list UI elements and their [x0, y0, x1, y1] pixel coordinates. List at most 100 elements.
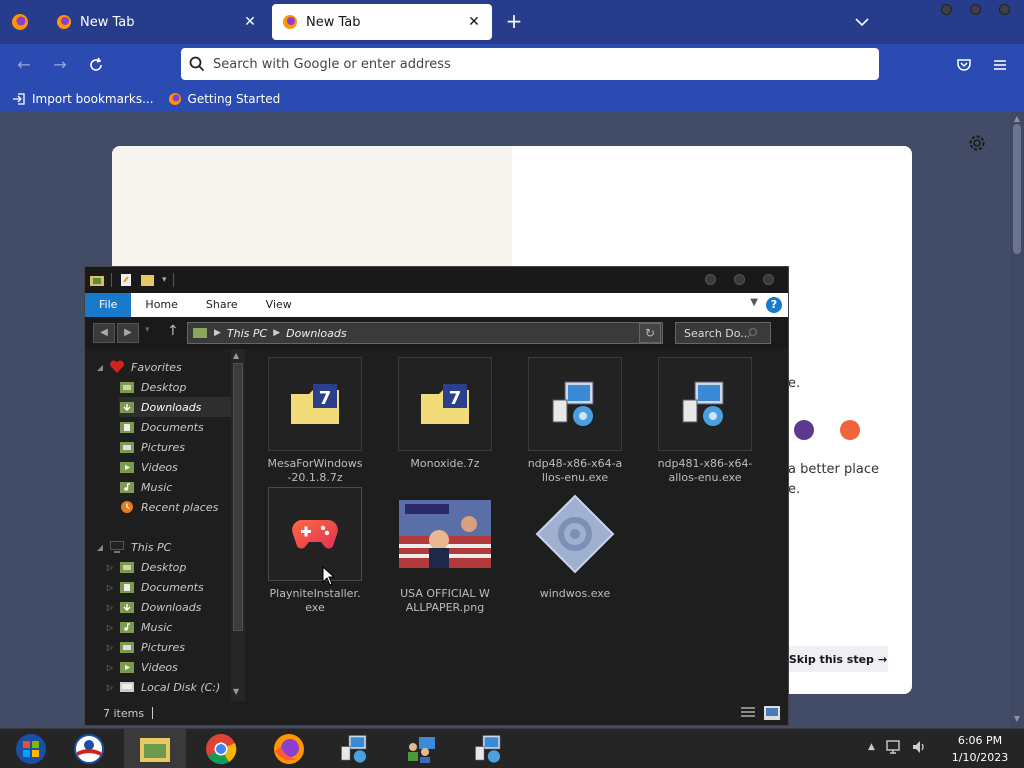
back-arrow-icon[interactable]: ◀: [93, 323, 115, 343]
expand-chevron-icon[interactable]: ▷: [105, 583, 115, 592]
expand-chevron-icon[interactable]: ▷: [105, 623, 115, 632]
nav-favorite-videos[interactable]: Videos: [119, 457, 178, 477]
scroll-down-icon[interactable]: ▼: [1012, 714, 1022, 724]
pocket-icon[interactable]: [952, 53, 976, 77]
bookmark-getting-started[interactable]: Getting Started: [168, 92, 280, 106]
file-item[interactable]: PlayniteInstaller.exe: [267, 487, 363, 615]
file-item[interactable]: 7 MesaForWindows-20.1.8.7z: [267, 357, 363, 485]
recent-locations-chevron-icon[interactable]: ▾: [145, 325, 150, 335]
details-view-icon[interactable]: [739, 705, 757, 721]
menu-hamburger-icon[interactable]: [988, 53, 1012, 77]
nav-favorites[interactable]: ◢ Favorites: [95, 357, 182, 377]
taskbar-app-network-users[interactable]: [390, 729, 452, 768]
taskbar-app-installer-2[interactable]: [458, 729, 520, 768]
nav-favorite-downloads[interactable]: Downloads: [119, 397, 231, 417]
scroll-down-icon[interactable]: ▼: [233, 687, 239, 696]
tab-new-tab-1[interactable]: New Tab ✕: [46, 4, 268, 40]
expand-chevron-icon[interactable]: ▷: [105, 603, 115, 612]
show-hidden-icons-chevron-icon[interactable]: ▲: [868, 742, 875, 755]
nav-pc-downloads[interactable]: ▷ Downloads: [105, 597, 202, 617]
file-item[interactable]: windwos.exe: [527, 487, 623, 601]
page-scrollbar[interactable]: ▲ ▼: [1010, 112, 1024, 728]
expand-chevron-icon[interactable]: ▷: [105, 683, 115, 692]
nav-pc-documents[interactable]: ▷ Documents: [105, 577, 204, 597]
collapse-chevron-icon[interactable]: ◢: [95, 363, 105, 372]
tab-new-tab-2[interactable]: New Tab ✕: [272, 4, 492, 40]
maximize-button[interactable]: [970, 4, 981, 15]
close-tab-icon[interactable]: ✕: [242, 14, 258, 30]
nav-favorite-pictures[interactable]: Pictures: [119, 437, 185, 457]
close-window-button[interactable]: [763, 274, 774, 285]
expand-chevron-icon[interactable]: ▷: [105, 663, 115, 672]
search-box[interactable]: [675, 322, 771, 344]
nav-pane-scrollbar[interactable]: ▲ ▼: [231, 349, 245, 701]
ribbon-tab-view[interactable]: View: [252, 293, 306, 317]
close-tab-icon[interactable]: ✕: [466, 14, 482, 30]
up-arrow-icon[interactable]: ↑: [167, 323, 179, 339]
close-window-button[interactable]: [999, 4, 1010, 15]
refresh-icon[interactable]: ↻: [639, 323, 661, 343]
breadcrumb-this-pc[interactable]: This PC: [227, 327, 267, 340]
ribbon-tab-home[interactable]: Home: [131, 293, 191, 317]
taskbar-app-firefox[interactable]: [258, 729, 320, 768]
ribbon-tab-file[interactable]: File: [85, 293, 132, 317]
nav-pc-desktop[interactable]: ▷ Desktop: [105, 557, 186, 577]
expand-chevron-icon[interactable]: ▷: [105, 563, 115, 572]
nav-pc-videos[interactable]: ▷ Videos: [105, 657, 178, 677]
firefox-view-button[interactable]: [8, 10, 32, 34]
gear-icon[interactable]: [968, 134, 988, 154]
expand-chevron-icon[interactable]: ▷: [105, 643, 115, 652]
ribbon-tab-share[interactable]: Share: [192, 293, 252, 317]
file-item[interactable]: ndp481-x86-x64-allos-enu.exe: [657, 357, 753, 485]
volume-icon[interactable]: [911, 739, 927, 755]
search-input[interactable]: [684, 326, 746, 340]
scroll-up-icon[interactable]: ▲: [233, 351, 239, 360]
large-icons-view-icon[interactable]: [763, 705, 781, 721]
help-icon[interactable]: ?: [766, 297, 782, 313]
list-all-tabs-chevron-icon[interactable]: [850, 12, 874, 32]
scrollbar-thumb[interactable]: [1013, 124, 1021, 254]
taskbar-app-file-explorer[interactable]: [124, 729, 186, 768]
file-item[interactable]: 7 Monoxide.7z: [397, 357, 493, 471]
nav-favorite-documents[interactable]: Documents: [119, 417, 204, 437]
nav-pc-music[interactable]: ▷ Music: [105, 617, 172, 637]
taskbar-app-obama[interactable]: [58, 729, 120, 768]
network-icon[interactable]: [885, 739, 901, 755]
url-bar[interactable]: [181, 48, 879, 80]
nav-this-pc[interactable]: ◢ This PC: [95, 537, 171, 557]
nav-favorite-recent-places[interactable]: Recent places: [119, 497, 218, 517]
new-tab-plus-icon[interactable]: +: [502, 10, 526, 34]
url-input[interactable]: [213, 56, 813, 72]
explorer-title-bar[interactable]: ▾: [85, 267, 788, 293]
collapse-chevron-icon[interactable]: ◢: [95, 543, 105, 552]
start-button[interactable]: [0, 729, 62, 768]
taskbar-app-chrome[interactable]: [190, 729, 252, 768]
chevron-down-icon[interactable]: ▾: [162, 275, 167, 285]
nav-favorite-desktop[interactable]: Desktop: [119, 377, 186, 397]
forward-arrow-icon[interactable]: ▶: [117, 323, 139, 343]
new-folder-icon[interactable]: [140, 273, 156, 287]
clock[interactable]: 6:06 PM 1/10/2023: [940, 732, 1020, 766]
expand-ribbon-chevron-icon[interactable]: ▼: [750, 297, 758, 308]
file-item[interactable]: USA OFFICIAL WALLPAPER.png: [397, 487, 493, 615]
file-item[interactable]: ndp48-x86-x64-allos-enu.exe: [527, 357, 623, 485]
breadcrumb-downloads[interactable]: Downloads: [286, 327, 346, 340]
properties-icon[interactable]: [118, 273, 134, 287]
nav-pc-pictures[interactable]: ▷ Pictures: [105, 637, 185, 657]
theme-color-option-orange[interactable]: [840, 420, 860, 440]
back-arrow-icon[interactable]: ←: [12, 53, 36, 77]
theme-color-option-purple[interactable]: [794, 420, 814, 440]
forward-arrow-icon[interactable]: →: [48, 53, 72, 77]
minimize-button[interactable]: [941, 4, 952, 15]
nav-favorite-music[interactable]: Music: [119, 477, 172, 497]
address-bar[interactable]: ▶ This PC ▶ Downloads: [187, 322, 663, 344]
scroll-up-icon[interactable]: ▲: [1012, 114, 1022, 124]
taskbar-app-installer[interactable]: [324, 729, 386, 768]
scrollbar-thumb[interactable]: [233, 363, 243, 631]
nav-pc-local-disk[interactable]: ▷ Local Disk (C:): [105, 677, 220, 697]
reload-icon[interactable]: [84, 53, 108, 77]
skip-step-button[interactable]: Skip this step →: [788, 646, 888, 672]
maximize-button[interactable]: [734, 274, 745, 285]
minimize-button[interactable]: [705, 274, 716, 285]
bookmark-import[interactable]: Import bookmarks...: [12, 92, 154, 106]
